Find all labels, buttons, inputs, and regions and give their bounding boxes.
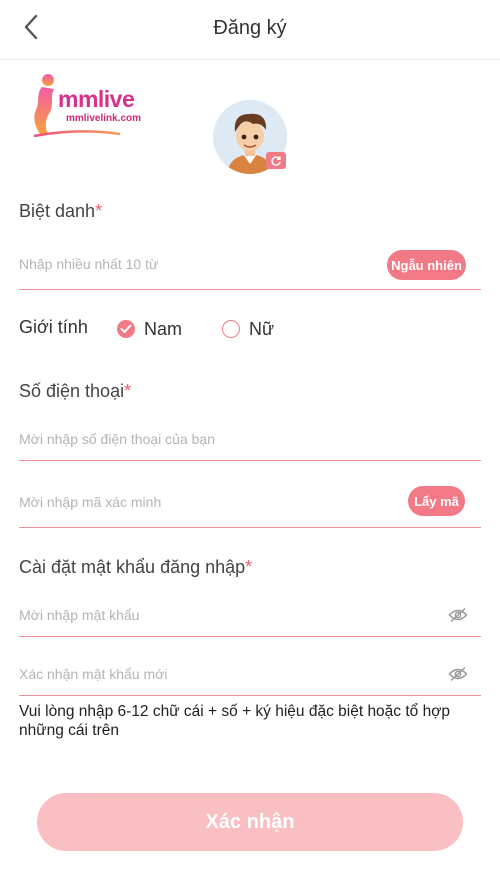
eye-slash-icon (448, 666, 468, 682)
check-icon (120, 324, 132, 333)
phone-field (19, 424, 481, 461)
nickname-label: Biệt danh* (19, 201, 103, 221)
page-title: Đăng ký (213, 17, 287, 39)
phone-input[interactable] (19, 424, 379, 454)
get-code-button[interactable]: Lấy mã (408, 486, 465, 516)
radio-checked (117, 320, 135, 338)
gender-option-male[interactable]: Nam (117, 318, 182, 340)
confirm-password-field (19, 658, 481, 696)
avatar-change-button[interactable] (266, 152, 286, 169)
gender-option-label: Nam (144, 318, 183, 339)
confirm-password-input[interactable] (19, 658, 379, 690)
password-label: Cài đặt mật khẩu đăng nhập* (19, 557, 253, 577)
submit-button[interactable]: Xác nhận (37, 793, 463, 851)
toggle-confirm-password-visibility[interactable] (447, 663, 469, 685)
brand-logo: mmlive mmlivelink.com (28, 72, 153, 140)
password-field (19, 600, 481, 637)
password-input[interactable] (19, 600, 379, 630)
phone-label: Số điện thoại* (19, 381, 132, 401)
verification-code-field: Lấy mã (19, 486, 481, 528)
gender-label: Giới tính (19, 317, 88, 337)
radio-unchecked (222, 320, 240, 338)
eye-slash-icon (448, 607, 468, 623)
refresh-icon (271, 155, 281, 166)
password-hint: Vui lòng nhập 6-12 chữ cái + số + ký hiệ… (19, 703, 450, 739)
top-bar: Đăng ký (0, 0, 500, 60)
nickname-field: Ngẫu nhiên (19, 246, 481, 290)
random-nickname-button[interactable]: Ngẫu nhiên (387, 250, 466, 280)
logo-wordmark: mmlive (58, 86, 135, 112)
toggle-password-visibility[interactable] (447, 604, 469, 626)
logo-domain: mmlivelink.com (66, 113, 142, 124)
gender-option-female[interactable]: Nữ (222, 318, 274, 340)
nickname-input[interactable] (19, 246, 379, 282)
verification-code-input[interactable] (19, 486, 379, 518)
gender-option-label: Nữ (249, 318, 275, 339)
